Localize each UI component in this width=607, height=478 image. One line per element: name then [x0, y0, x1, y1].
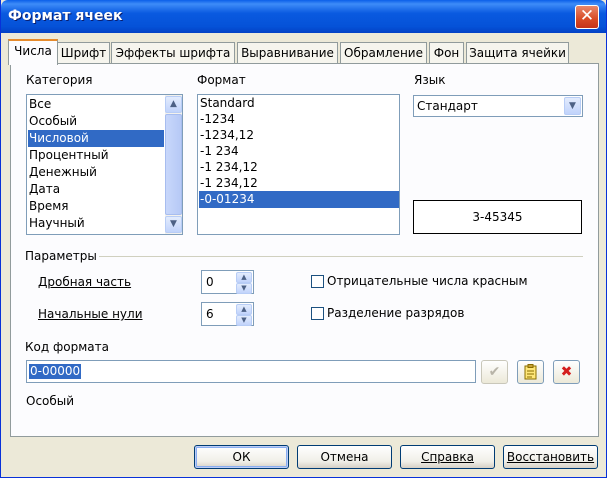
list-item[interactable]: -1234: [199, 111, 399, 128]
list-item[interactable]: Процентный: [28, 147, 166, 164]
window-title: Формат ячеек: [8, 8, 123, 24]
language-select[interactable]: Стандарт ▼: [413, 95, 583, 117]
tab-numbers[interactable]: Числа: [8, 39, 58, 65]
leading-zeros-stepper[interactable]: 6 ▲ ▼: [201, 302, 254, 326]
list-item[interactable]: Особый: [28, 113, 166, 130]
list-item[interactable]: Standard: [199, 95, 399, 112]
tab-font-effects[interactable]: Эффекты шрифта: [111, 42, 235, 64]
cancel-button[interactable]: Отмена: [297, 445, 392, 469]
decimal-places-stepper[interactable]: 0 ▲ ▼: [201, 270, 254, 294]
format-type-text: Особый: [26, 394, 75, 408]
tab-cell-protection[interactable]: Защита ячейки: [466, 42, 569, 64]
spin-down-icon[interactable]: ▼: [236, 283, 252, 294]
list-item[interactable]: -1 234,12: [199, 175, 399, 192]
scroll-up-icon[interactable]: ▲: [165, 96, 182, 113]
close-button[interactable]: ✕: [575, 5, 599, 29]
list-item[interactable]: -1 234: [199, 143, 399, 160]
format-cells-dialog: Формат ячеек ✕ Числа Шрифт Эффекты шрифт…: [0, 0, 607, 478]
list-item-selected[interactable]: Числовой: [28, 130, 164, 147]
thousands-separator-label[interactable]: Разделение разрядов: [327, 306, 464, 320]
list-item[interactable]: -1 234,12: [199, 159, 399, 176]
spin-down-icon[interactable]: ▼: [236, 315, 252, 326]
help-button[interactable]: Справка: [400, 445, 495, 469]
category-listbox[interactable]: Все Особый Числовой Процентный Денежный …: [26, 94, 183, 235]
leading-zeros-label: Начальные нули: [38, 307, 143, 321]
delete-icon[interactable]: ✖: [553, 360, 580, 384]
language-label: Язык: [414, 73, 446, 87]
scroll-down-icon[interactable]: ▼: [165, 216, 182, 233]
negative-red-checkbox[interactable]: [311, 275, 324, 288]
list-item[interactable]: Время: [28, 198, 166, 215]
decimal-places-value[interactable]: 0: [206, 275, 214, 289]
list-item[interactable]: -1234,12: [199, 127, 399, 144]
tab-borders[interactable]: Обрамление: [340, 42, 427, 64]
title-bar[interactable]: Формат ячеек ✕: [1, 0, 606, 33]
chevron-down-icon[interactable]: ▼: [564, 97, 581, 115]
checkmark-icon[interactable]: ✔: [481, 360, 508, 384]
reset-button[interactable]: Восстановить: [503, 445, 598, 469]
tab-alignment[interactable]: Выравнивание: [237, 42, 338, 64]
format-code-input[interactable]: 0-00000: [26, 360, 476, 383]
thousands-separator-checkbox[interactable]: [311, 307, 324, 320]
language-value: Стандарт: [417, 99, 478, 113]
list-item[interactable]: Научный: [28, 215, 166, 232]
spin-up-icon[interactable]: ▲: [236, 272, 252, 283]
format-code-label: Код формата: [25, 340, 109, 354]
tab-background[interactable]: Фон: [429, 42, 464, 64]
leading-zeros-value[interactable]: 6: [206, 307, 214, 321]
format-code-value[interactable]: 0-00000: [29, 364, 82, 379]
format-label: Формат: [197, 73, 246, 87]
format-listbox[interactable]: Standard -1234 -1234,12 -1 234 -1 234,12…: [197, 94, 400, 235]
list-item[interactable]: Дата: [28, 181, 166, 198]
parameters-label: Параметры: [25, 249, 97, 263]
spin-up-icon[interactable]: ▲: [236, 304, 252, 315]
category-label: Категория: [26, 73, 93, 87]
format-preview: 3-45345: [413, 200, 582, 234]
negative-red-label[interactable]: Отрицательные числа красным: [327, 274, 528, 288]
tab-font[interactable]: Шрифт: [57, 42, 110, 64]
edit-comment-icon[interactable]: [517, 360, 544, 384]
group-divider: [99, 256, 583, 257]
category-scrollbar[interactable]: ▲ ▼: [165, 95, 182, 234]
list-item[interactable]: Все: [28, 96, 166, 113]
list-item-selected[interactable]: -0-01234: [199, 191, 399, 208]
ok-button[interactable]: ОК: [194, 445, 289, 469]
decimal-places-label: Дробная часть: [38, 275, 132, 289]
scroll-thumb[interactable]: [165, 114, 182, 215]
note-icon: [524, 364, 536, 380]
list-item[interactable]: Денежный: [28, 164, 166, 181]
